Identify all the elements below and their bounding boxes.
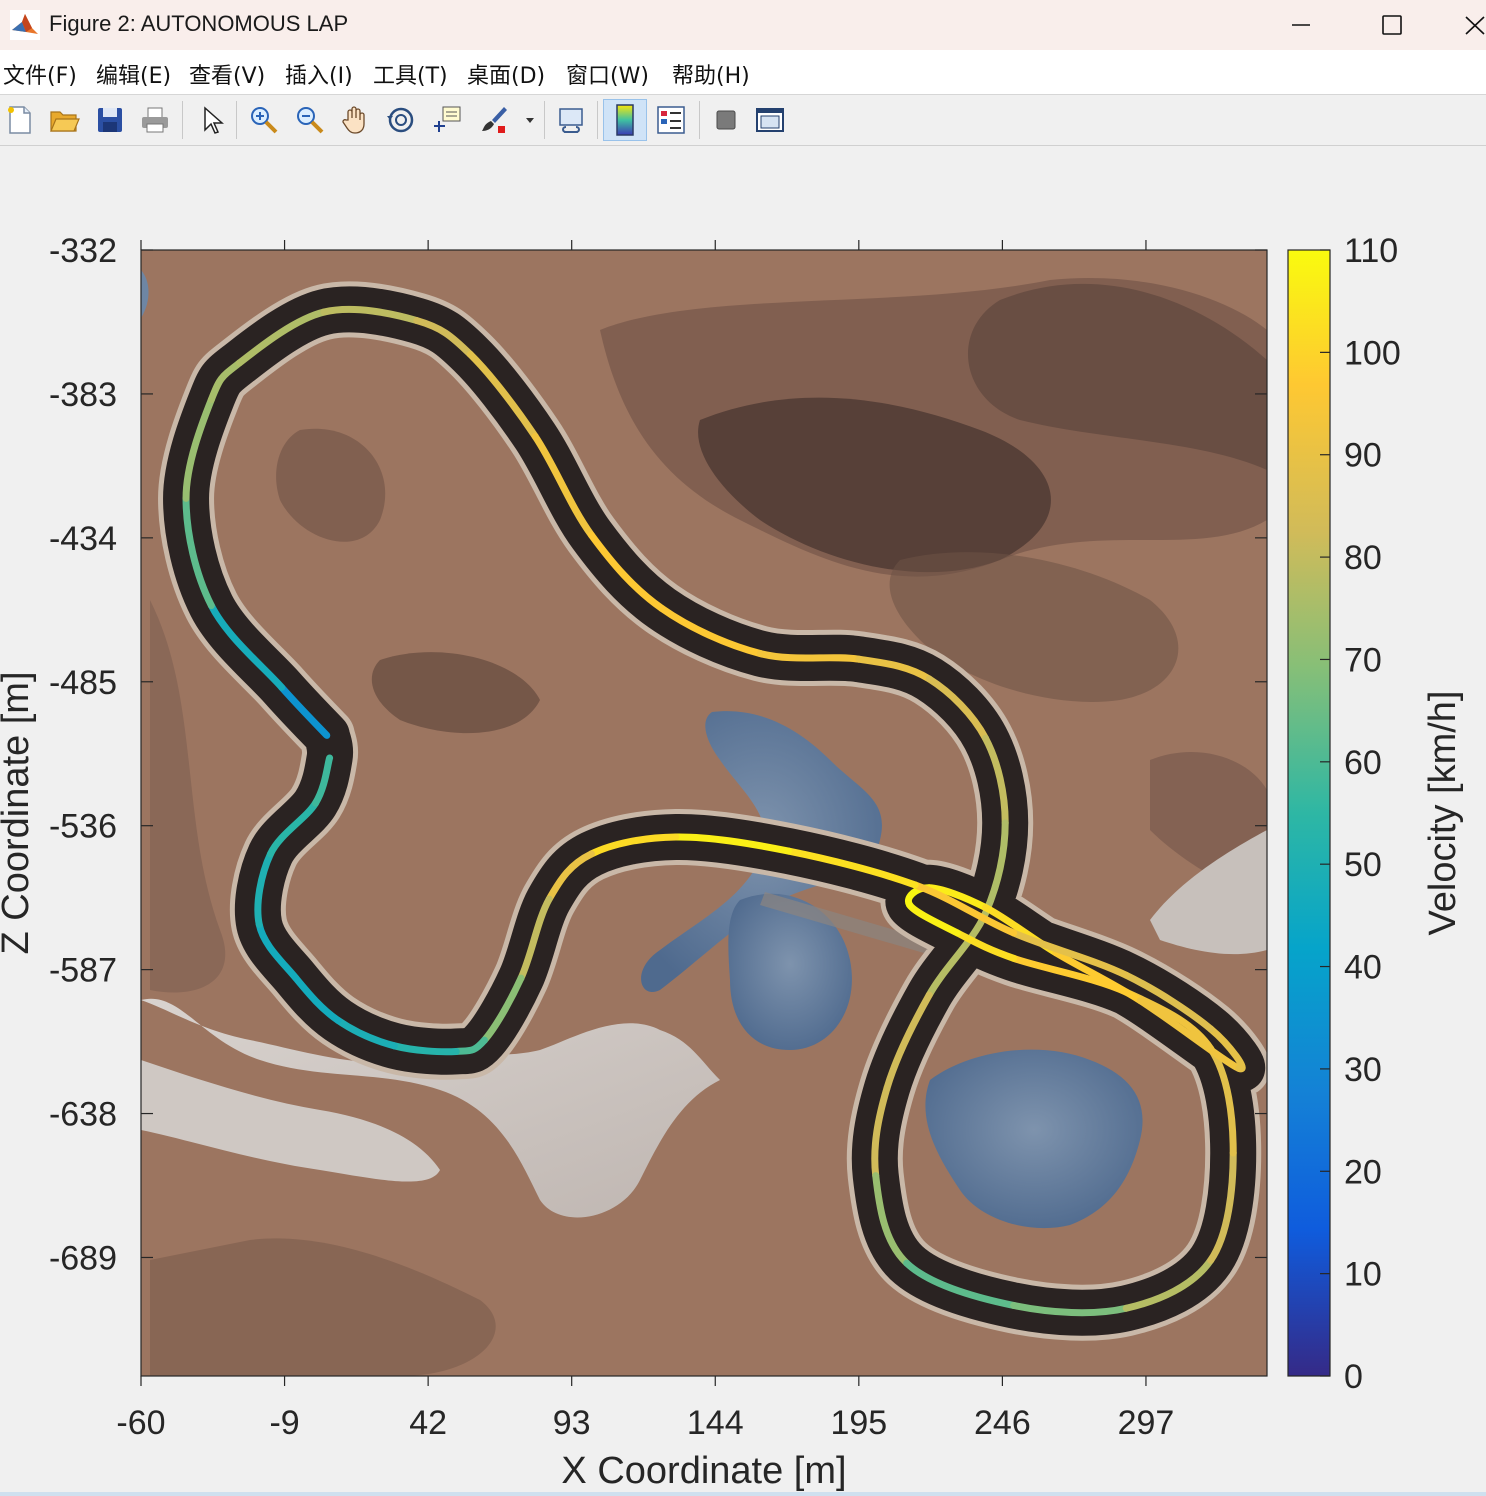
show-plot-tools-icon bbox=[756, 108, 784, 132]
colorbar-tick-label: 80 bbox=[1344, 539, 1382, 577]
menu-view[interactable]: 查看(V) bbox=[189, 58, 265, 90]
menu-window[interactable]: 窗口(W) bbox=[566, 58, 649, 90]
colorbar-tick-label: 50 bbox=[1344, 846, 1382, 884]
show-plot-tools-button[interactable] bbox=[750, 100, 790, 140]
colorbar-tick-label: 40 bbox=[1344, 949, 1382, 987]
y-tick-label: -689 bbox=[49, 1239, 117, 1277]
zoom-out-icon bbox=[297, 107, 324, 134]
hide-plot-tools-icon bbox=[716, 110, 736, 130]
rotate-3d-button[interactable] bbox=[381, 100, 421, 140]
brush-dropdown-icon bbox=[526, 118, 534, 123]
colorbar-tick-label: 90 bbox=[1344, 437, 1382, 475]
figure-canvas: -60 -9 42 93 144 195 246 297 -332 -383 -434 -485 -5… bbox=[0, 232, 1464, 1492]
open-file-button[interactable] bbox=[44, 100, 84, 140]
minimize-icon bbox=[1292, 24, 1310, 26]
print-button[interactable] bbox=[135, 100, 175, 140]
colorbar-tick-label: 30 bbox=[1344, 1051, 1382, 1089]
open-file-icon bbox=[50, 111, 80, 132]
edit-plot-button[interactable] bbox=[191, 100, 231, 140]
y-tick-label: -638 bbox=[49, 1096, 117, 1134]
toolbar-separator bbox=[597, 101, 598, 139]
colorbar-tick-label: 110 bbox=[1344, 232, 1398, 270]
save-icon bbox=[98, 108, 122, 132]
colorbar-tick-label: 70 bbox=[1344, 641, 1382, 679]
minimize-button[interactable] bbox=[1281, 8, 1321, 42]
colorbar-ticks: 0 10 20 30 40 50 60 70 80 90 100 110 bbox=[1320, 232, 1401, 1396]
menu-insert[interactable]: 插入(I) bbox=[285, 58, 353, 90]
colorbar-tick-label: 100 bbox=[1344, 334, 1401, 372]
x-tick-label: -9 bbox=[269, 1404, 299, 1442]
colorbar-tick-label: 20 bbox=[1344, 1153, 1382, 1191]
new-figure-icon bbox=[8, 106, 31, 134]
y-tick-label: -434 bbox=[49, 520, 117, 558]
menu-help[interactable]: 帮助(H) bbox=[672, 58, 750, 90]
maximize-button[interactable] bbox=[1372, 8, 1412, 42]
save-button[interactable] bbox=[90, 100, 130, 140]
zoom-in-button[interactable] bbox=[244, 100, 284, 140]
edit-plot-arrow-icon bbox=[204, 106, 224, 134]
pan-hand-icon bbox=[342, 106, 365, 134]
data-cursor-button[interactable] bbox=[427, 100, 467, 140]
insert-colorbar-icon bbox=[616, 104, 634, 136]
window-bottom-border bbox=[0, 1492, 1486, 1496]
x-tick-label: 144 bbox=[687, 1404, 744, 1442]
brush-button[interactable] bbox=[473, 100, 515, 140]
y-tick-label: -587 bbox=[49, 952, 117, 990]
menu-edit[interactable]: 编辑(E) bbox=[96, 58, 171, 90]
toolbar-separator bbox=[544, 101, 545, 139]
rotate-3d-icon bbox=[387, 107, 414, 133]
colorbar-tick-label: 60 bbox=[1344, 744, 1382, 782]
menu-tools[interactable]: 工具(T) bbox=[373, 58, 448, 90]
close-icon bbox=[1465, 16, 1485, 35]
colorbar[interactable]: 0 10 20 30 40 50 60 70 80 90 100 110 Velocity [km/h… bbox=[1287, 232, 1464, 1396]
title-bar: Figure 2: AUTONOMOUS LAP bbox=[0, 0, 1486, 50]
new-figure-button[interactable] bbox=[0, 100, 40, 140]
x-tick-label: 93 bbox=[553, 1404, 591, 1442]
y-tick-label: -332 bbox=[49, 232, 117, 270]
matlab-logo-icon bbox=[10, 10, 40, 40]
insert-legend-button[interactable] bbox=[651, 100, 691, 140]
menu-file[interactable]: 文件(F) bbox=[3, 58, 77, 90]
data-cursor-icon bbox=[434, 106, 461, 132]
window-title: Figure 2: AUTONOMOUS LAP bbox=[49, 11, 349, 36]
maximize-icon bbox=[1382, 15, 1402, 35]
colorbar-label: Velocity [km/h] bbox=[1422, 691, 1464, 936]
brush-dropdown-button[interactable] bbox=[520, 100, 540, 140]
y-tick-label: -383 bbox=[49, 376, 117, 414]
x-tick-label: -60 bbox=[116, 1404, 165, 1442]
pan-button[interactable] bbox=[335, 100, 375, 140]
x-axis-label: X Coordinate [m] bbox=[561, 1450, 846, 1492]
x-tick-label: 297 bbox=[1118, 1404, 1175, 1442]
colorbar-tick-label: 0 bbox=[1344, 1358, 1363, 1396]
insert-legend-icon bbox=[657, 106, 685, 134]
colorbar-gradient bbox=[1287, 249, 1331, 1377]
colorbar-tick-label: 10 bbox=[1344, 1256, 1382, 1294]
x-tick-label: 246 bbox=[974, 1404, 1031, 1442]
toolbar-separator bbox=[182, 101, 183, 139]
menu-desktop[interactable]: 桌面(D) bbox=[467, 58, 545, 90]
x-tick-label: 195 bbox=[830, 1404, 887, 1442]
hide-plot-tools-button[interactable] bbox=[706, 100, 746, 140]
x-tick-label: 42 bbox=[409, 1404, 447, 1442]
figure-toolbar bbox=[0, 94, 1486, 146]
y-tick-label: -485 bbox=[49, 664, 117, 702]
zoom-out-button[interactable] bbox=[290, 100, 330, 140]
menu-bar: 文件(F) 编辑(E) 查看(V) 插入(I) 工具(T) 桌面(D) 窗口(W… bbox=[0, 50, 1486, 94]
link-plot-button[interactable] bbox=[551, 100, 591, 140]
toolbar-separator bbox=[236, 101, 237, 139]
y-axis-label: Z Coordinate [m] bbox=[0, 672, 37, 955]
y-tick-label: -536 bbox=[49, 808, 117, 846]
brush-icon bbox=[482, 107, 507, 133]
close-button[interactable] bbox=[1460, 8, 1486, 42]
zoom-in-icon bbox=[251, 107, 278, 134]
link-plot-icon bbox=[559, 108, 583, 133]
insert-colorbar-button[interactable] bbox=[603, 99, 647, 141]
print-icon bbox=[142, 107, 168, 133]
toolbar-separator bbox=[699, 101, 700, 139]
